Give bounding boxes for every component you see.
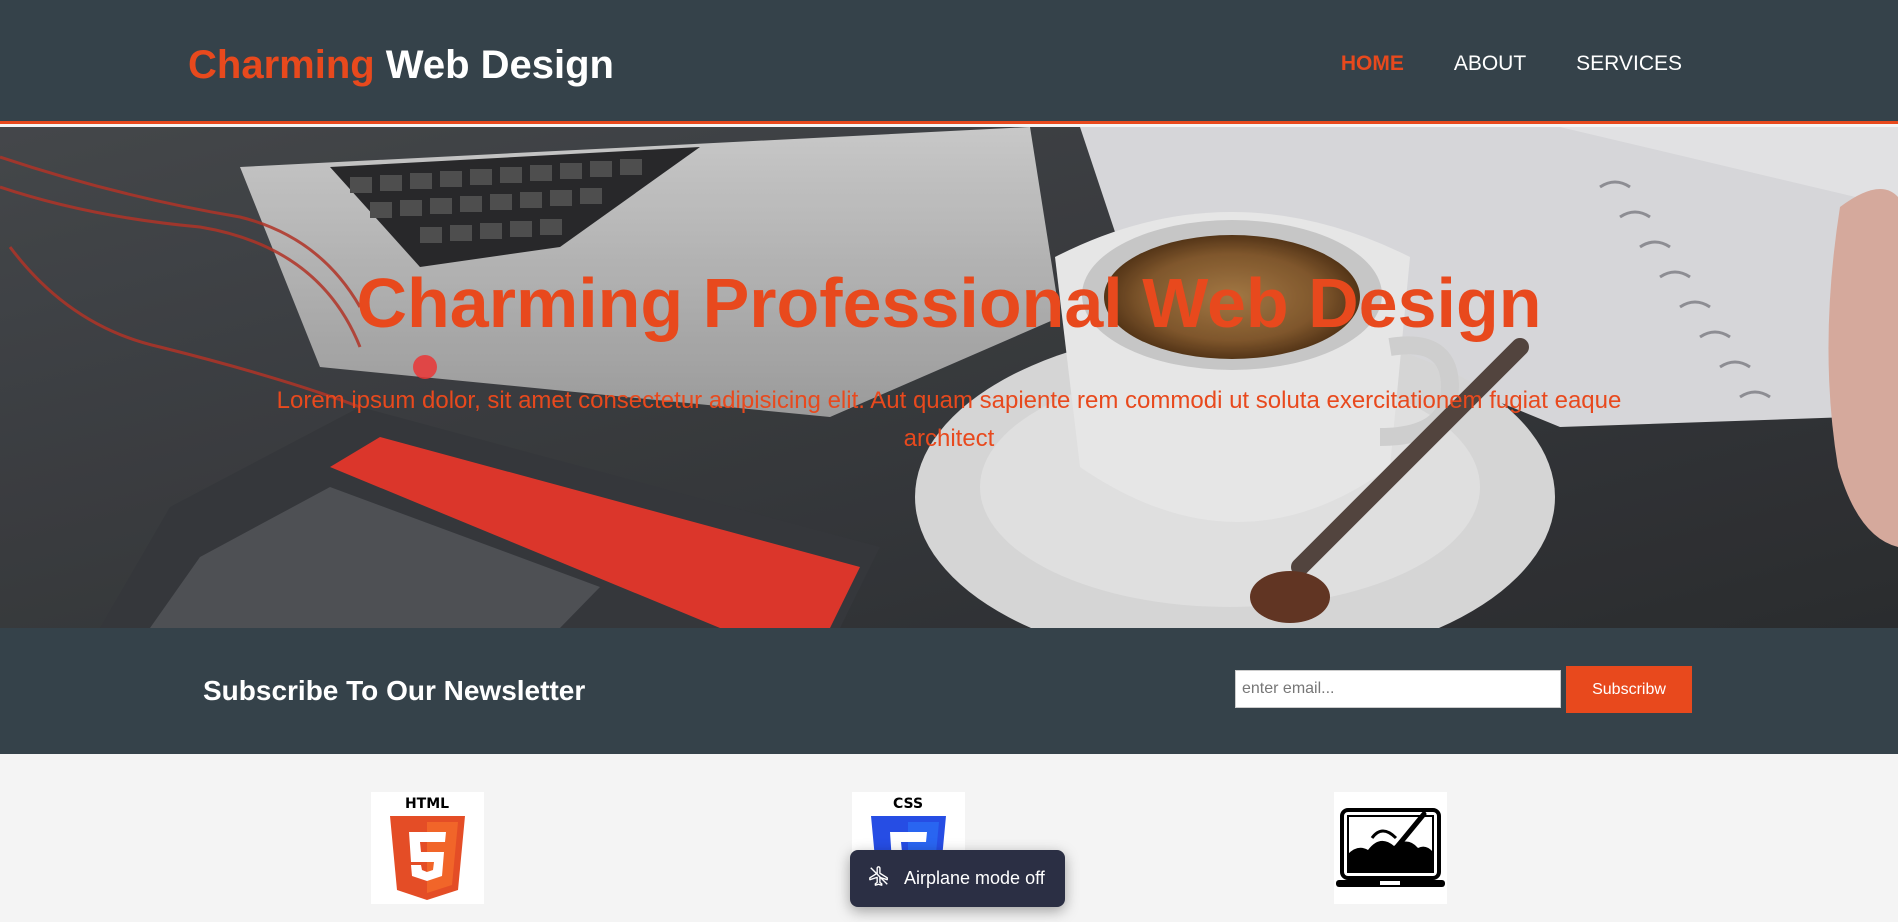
graphic-design-icon <box>1334 792 1447 904</box>
css3-icon-label: CSS <box>893 796 923 812</box>
subscribe-button[interactable]: Subscribw <box>1566 666 1692 713</box>
logo-highlight: Charming <box>188 43 375 87</box>
nav-home-link[interactable]: HOME <box>1341 52 1404 76</box>
html5-icon: HTML <box>371 792 484 904</box>
hero-text: Lorem ipsum dolor, sit amet consectetur … <box>276 387 1622 452</box>
nav-services-link[interactable]: SERVICES <box>1576 52 1682 76</box>
site-header: Charming Web Design HOME ABOUT SERVICES <box>0 0 1898 124</box>
hero-background-image <box>0 127 1898 628</box>
hero-showcase: Charming Professional Web Design Lorem i… <box>0 127 1898 628</box>
email-input[interactable] <box>1235 670 1561 708</box>
nav-about-link[interactable]: ABOUT <box>1454 52 1526 76</box>
toast-text: Airplane mode off <box>904 868 1045 888</box>
site-logo[interactable]: Charming Web Design <box>188 43 614 88</box>
newsletter-section: Subscribe To Our Newsletter Subscribw <box>0 628 1898 754</box>
airplane-icon <box>868 865 890 892</box>
newsletter-heading: Subscribe To Our Newsletter <box>203 675 586 706</box>
html5-icon-label: HTML <box>405 796 449 812</box>
logo-text: Web Design <box>374 43 614 87</box>
airplane-mode-toast: Airplane mode off <box>850 850 1065 907</box>
main-nav: HOME ABOUT SERVICES <box>1341 52 1682 76</box>
hero-title: Charming Professional Web Design <box>356 264 1542 342</box>
